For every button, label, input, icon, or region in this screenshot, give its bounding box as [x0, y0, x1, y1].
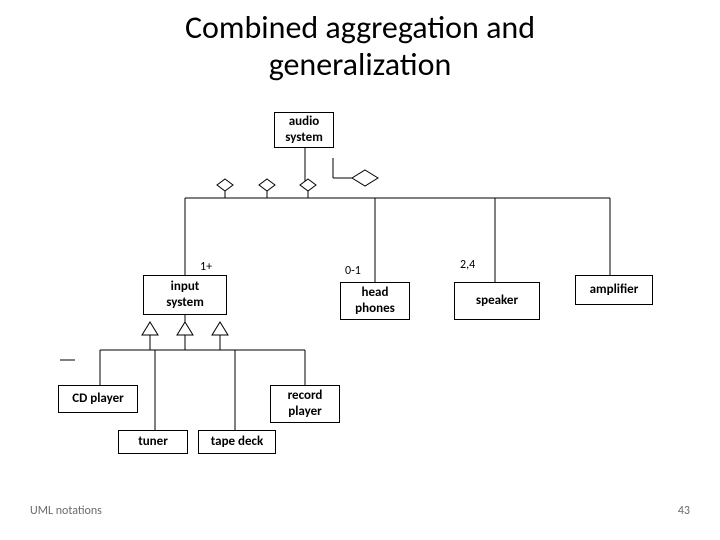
mult-input: 1+ — [200, 260, 212, 274]
mult-speaker: 2,4 — [460, 258, 475, 272]
node-amplifier: amplifier — [575, 275, 653, 305]
page-number: 43 — [678, 504, 690, 518]
diamond-icon — [352, 170, 378, 186]
aggregation-diamonds-icon — [217, 179, 316, 191]
generalization-triangles-icon — [142, 322, 228, 335]
node-speaker: speaker — [454, 282, 540, 320]
diagram-canvas: audio system input system head phones sp… — [0, 0, 720, 540]
node-tape-deck: tape deck — [198, 430, 276, 454]
node-audio-system: audio system — [274, 112, 334, 148]
node-tuner: tuner — [118, 430, 188, 454]
node-record-player: record player — [270, 385, 340, 423]
node-input-system: input system — [143, 275, 227, 315]
node-cd-player: CD player — [58, 385, 138, 413]
node-head-phones: head phones — [340, 282, 410, 320]
mult-headphones: 0-1 — [345, 264, 361, 278]
footer-left: UML notations — [30, 504, 102, 518]
